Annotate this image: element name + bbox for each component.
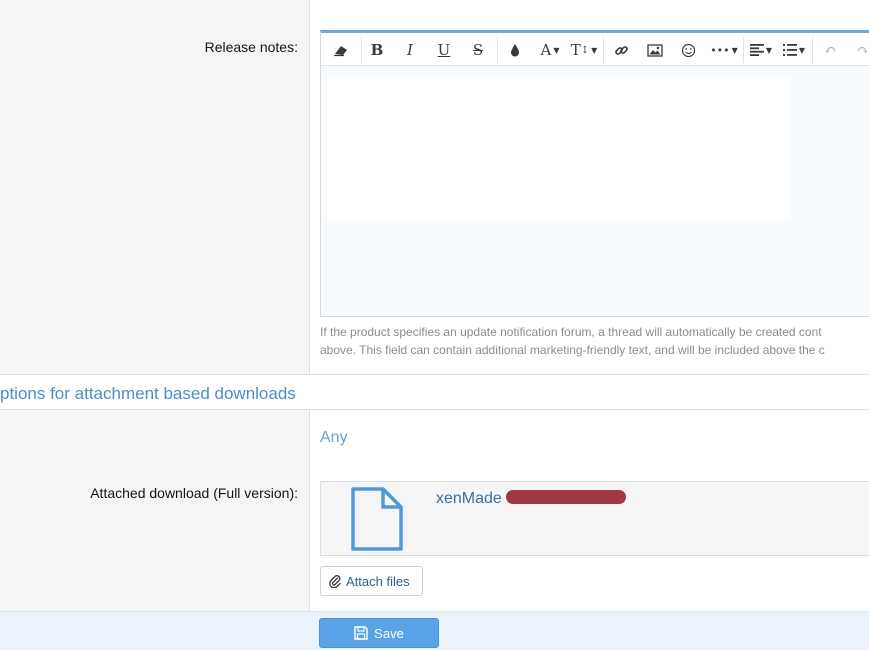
remove-format-icon[interactable] xyxy=(329,38,353,62)
image-icon[interactable] xyxy=(643,38,667,62)
more-options-icon[interactable]: ••• ▼ xyxy=(709,38,739,62)
attached-download-label: Attached download (Full version): xyxy=(90,485,298,501)
list-icon[interactable]: ▼ xyxy=(780,38,808,62)
section-title: ptions for attachment based downloads xyxy=(0,384,296,403)
link-icon[interactable] xyxy=(609,38,633,62)
redo-icon[interactable]: ↷ xyxy=(851,38,869,62)
strikethrough-icon[interactable]: S xyxy=(466,38,490,62)
hint-line-1: If the product specifies an update notif… xyxy=(320,325,822,339)
undo-icon[interactable]: ↶ xyxy=(818,38,842,62)
italic-icon[interactable]: I xyxy=(398,38,422,62)
attached-download-label-cell: Attached download (Full version): xyxy=(0,410,310,611)
emoji-icon[interactable] xyxy=(676,38,700,62)
save-icon xyxy=(354,626,368,640)
paperclip-icon xyxy=(329,575,341,588)
release-notes-hint: If the product specifies an update notif… xyxy=(320,323,825,359)
font-size-icon[interactable]: T ↕ ▼ xyxy=(569,38,599,62)
attachment-file-name[interactable]: xenMade xyxy=(436,490,502,508)
underline-icon[interactable]: U xyxy=(432,38,456,62)
attachment-list: xenMade xyxy=(320,481,869,556)
font-family-icon[interactable]: A ▼ xyxy=(535,38,565,62)
align-icon[interactable]: ▼ xyxy=(747,38,775,62)
attach-files-label: Attach files xyxy=(346,573,410,589)
redaction-mark xyxy=(506,490,626,504)
hint-line-2: above. This field can contain additional… xyxy=(320,343,825,357)
release-notes-label: Release notes: xyxy=(204,39,298,55)
release-notes-label-cell: Release notes: xyxy=(0,0,310,374)
editor-toolbar: B I U S A ▼ T ↕ ▼ ••• ▼ ▼ ▼ ↶ ↷ xyxy=(321,33,869,66)
attach-files-button[interactable]: Attach files xyxy=(320,566,423,596)
save-label: Save xyxy=(374,625,404,641)
download-type-any: Any xyxy=(320,429,348,446)
editor-content-area[interactable] xyxy=(326,77,791,221)
file-icon xyxy=(349,486,405,552)
text-color-icon[interactable] xyxy=(503,38,527,62)
bold-icon[interactable]: B xyxy=(365,38,389,62)
save-button[interactable]: Save xyxy=(319,618,439,648)
form-footer: Save xyxy=(0,611,869,650)
section-header: ptions for attachment based downloads xyxy=(0,374,869,410)
release-notes-editor[interactable]: B I U S A ▼ T ↕ ▼ ••• ▼ ▼ ▼ ↶ ↷ xyxy=(320,30,869,317)
